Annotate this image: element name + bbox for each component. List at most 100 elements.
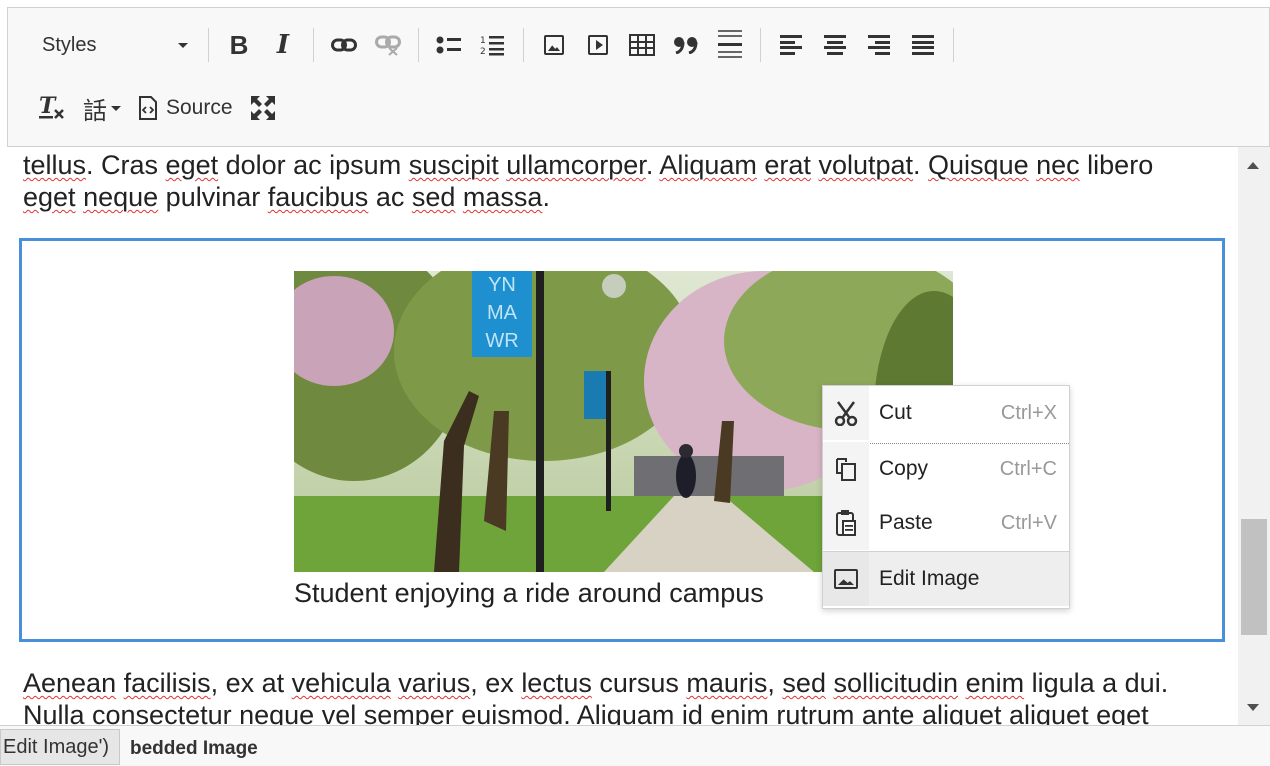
table-button[interactable]	[620, 25, 664, 65]
misspelled-word: faucibus	[267, 182, 369, 212]
align-right-button[interactable]	[857, 25, 901, 65]
text-run: . Cras	[86, 150, 166, 180]
misspelled-word: Quisque	[928, 150, 1029, 180]
link-icon	[331, 38, 357, 52]
misspelled-word: Aenean	[23, 668, 117, 698]
image-icon	[834, 569, 858, 589]
bold-button[interactable]: B	[217, 25, 261, 65]
context-menu-cut[interactable]: Cut Ctrl+X	[823, 386, 1069, 440]
misspelled-word: massa	[462, 182, 543, 212]
text-run	[1029, 150, 1037, 180]
cut-label: Cut	[879, 401, 912, 424]
svg-text:T: T	[39, 95, 57, 119]
maximize-button[interactable]	[241, 88, 285, 128]
table-icon	[629, 34, 655, 56]
svg-text:1: 1	[480, 36, 486, 46]
copy-label: Copy	[879, 457, 929, 480]
numbered-list-button[interactable]: 12	[471, 25, 515, 65]
styles-dropdown[interactable]: Styles	[30, 26, 200, 64]
text-run	[116, 668, 124, 698]
paste-label: Paste	[879, 511, 933, 534]
paste-icon	[836, 510, 856, 536]
bulleted-list-icon	[436, 36, 461, 54]
toolbar-separator	[760, 28, 761, 62]
image-caption[interactable]: Student enjoying a ride around campus	[294, 578, 764, 609]
paragraph-1-line-1: tellus. Cras eget dolor ac ipsum suscipi…	[23, 149, 1153, 181]
align-right-icon	[868, 35, 890, 55]
scroll-down-arrow-icon[interactable]	[1247, 704, 1259, 711]
text-run	[958, 668, 966, 698]
remove-format-button[interactable]: T	[30, 88, 74, 128]
text-run: .	[542, 182, 550, 212]
context-menu: Cut Ctrl+X Copy Ctrl+C Paste Ctrl+V Edit…	[822, 385, 1070, 609]
text-run: , ex at	[210, 668, 292, 698]
paste-shortcut: Ctrl+V	[1000, 511, 1057, 534]
italic-button[interactable]: I	[261, 25, 305, 65]
misspelled-word: eget	[23, 182, 76, 212]
text-run: .	[645, 150, 660, 180]
svg-text:YN: YN	[488, 274, 516, 296]
link-button[interactable]	[322, 25, 366, 65]
language-button[interactable]: 話	[74, 88, 130, 128]
align-left-icon	[780, 35, 802, 55]
embed-media-button[interactable]	[576, 25, 620, 65]
misspelled-word: mauris	[686, 668, 768, 698]
scrollbar-thumb[interactable]	[1241, 519, 1267, 635]
misspelled-word: varius	[398, 668, 471, 698]
text-run	[455, 182, 463, 212]
context-menu-copy[interactable]: Copy Ctrl+C	[823, 442, 1069, 496]
unlink-icon	[375, 35, 401, 56]
horizontal-line-icon	[718, 30, 742, 58]
maximize-icon	[250, 96, 275, 120]
source-label: Source	[166, 96, 233, 119]
status-bar: bedded Image	[0, 725, 1270, 766]
misspelled-word: suscipit	[408, 150, 499, 180]
justify-button[interactable]	[901, 25, 945, 65]
text-run	[76, 182, 84, 212]
scroll-up-arrow-icon[interactable]	[1247, 162, 1259, 169]
misspelled-word: nec	[1036, 150, 1080, 180]
video-icon	[588, 35, 608, 55]
misspelled-word: facilisis	[123, 668, 211, 698]
element-path[interactable]: bedded Image	[130, 738, 258, 760]
misspelled-word: ullamcorper	[506, 150, 646, 180]
source-button[interactable]: Source	[130, 88, 241, 128]
image-button[interactable]	[532, 25, 576, 65]
toolbar-separator	[418, 28, 419, 62]
align-left-button[interactable]	[769, 25, 813, 65]
toolbar-row-1: Styles B I 12	[30, 20, 962, 70]
toolbar-separator	[313, 28, 314, 62]
misspelled-word: sed	[782, 668, 826, 698]
unlink-button[interactable]	[366, 25, 410, 65]
paragraph-1-line-2: eget neque pulvinar faucibus ac sed mass…	[23, 181, 550, 213]
chevron-down-icon	[178, 42, 188, 48]
context-menu-edit-image[interactable]: Edit Image	[823, 552, 1069, 606]
chevron-down-icon	[111, 105, 121, 111]
misspelled-word: erat	[764, 150, 811, 180]
misspelled-word: enim	[965, 668, 1025, 698]
copy-shortcut: Ctrl+C	[999, 457, 1057, 480]
remove-format-icon: T	[39, 95, 64, 119]
edit-image-label: Edit Image	[879, 567, 980, 590]
context-menu-paste[interactable]: Paste Ctrl+V	[823, 496, 1069, 550]
toolbar-separator	[523, 28, 524, 62]
copy-icon	[836, 458, 856, 481]
misspelled-word: volutpat	[818, 150, 914, 180]
bulleted-list-button[interactable]	[427, 25, 471, 65]
text-run: libero	[1079, 150, 1154, 180]
vertical-scrollbar[interactable]	[1238, 147, 1270, 725]
image-icon	[544, 35, 564, 55]
align-center-icon	[824, 35, 846, 55]
toolbar-separator	[208, 28, 209, 62]
scissors-icon	[834, 401, 858, 426]
misspelled-word: vehicula	[291, 668, 391, 698]
align-center-button[interactable]	[813, 25, 857, 65]
misspelled-word: lectus	[521, 668, 592, 698]
quote-icon	[674, 37, 698, 54]
misspelled-word: tellus	[23, 150, 87, 180]
editor-toolbar: Styles B I 12 T 話 Source	[7, 7, 1270, 147]
horizontal-line-button[interactable]	[708, 25, 752, 65]
svg-text:WR: WR	[485, 330, 518, 352]
blockquote-button[interactable]	[664, 25, 708, 65]
misspelled-word: neque	[83, 182, 159, 212]
